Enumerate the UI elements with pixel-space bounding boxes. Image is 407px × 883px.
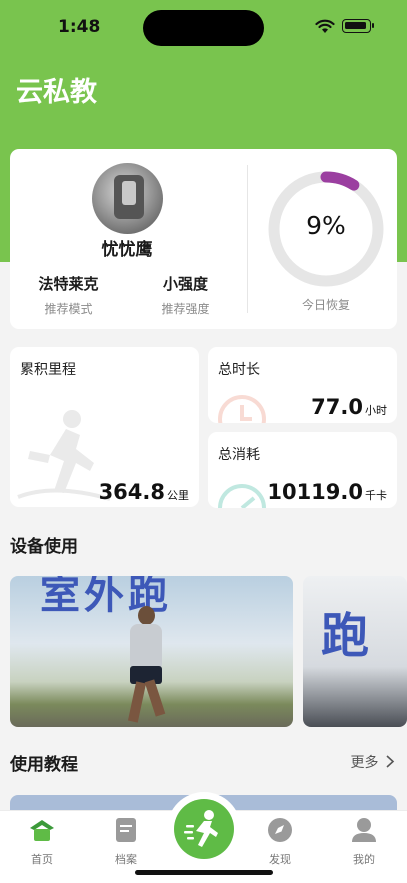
calorie-label: 总消耗 — [218, 447, 260, 463]
mileage-value: 364.8 公里 — [99, 480, 189, 504]
tab-archive-label: 档案 — [115, 853, 137, 866]
recovery-label: 今日恢复 — [301, 298, 350, 312]
user-icon — [352, 818, 376, 842]
mileage-unit: 公里 — [167, 489, 189, 502]
start-run-button[interactable] — [167, 792, 241, 866]
device-outdoor-run[interactable]: 室外跑 — [10, 576, 293, 727]
mileage-number: 364.8 — [98, 480, 165, 504]
calorie-unit: 千卡 — [365, 489, 387, 502]
tab-home-label: 首页 — [31, 853, 53, 866]
duration-number: 77.0 — [311, 395, 363, 419]
tutorials-title: 使用教程 — [10, 755, 78, 775]
intensity-value: 小强度 — [162, 275, 208, 293]
app-title: 云私教 — [16, 77, 97, 108]
recommended-intensity: 小强度 推荐强度 — [127, 273, 244, 317]
gauge-watermark-icon — [218, 484, 266, 508]
divider — [247, 165, 248, 313]
device-treadmill[interactable]: 跑 — [303, 576, 407, 727]
mileage-card[interactable]: 累积里程 364.8 公里 — [10, 347, 199, 507]
runner-icon — [184, 810, 218, 847]
home-icon — [30, 820, 54, 841]
avatar[interactable] — [92, 163, 163, 234]
tab-archive[interactable]: 档案 — [91, 817, 161, 867]
more-link[interactable]: 更多 — [351, 752, 395, 772]
tab-home[interactable]: 首页 — [7, 817, 77, 867]
calorie-card[interactable]: 总消耗 10119.0 千卡 — [208, 432, 397, 508]
device-treadmill-text: 跑 — [321, 608, 374, 664]
recommended-mode: 法特莱克 推荐模式 — [10, 273, 127, 317]
document-icon — [116, 818, 136, 842]
status-time: 1:48 — [58, 17, 101, 37]
duration-unit: 小时 — [365, 404, 387, 417]
tab-discover-label: 发现 — [269, 853, 291, 866]
devices-title: 设备使用 — [10, 537, 78, 557]
home-indicator — [135, 870, 273, 875]
status-bar: 1:48 — [0, 0, 407, 56]
tab-discover[interactable]: 发现 — [245, 817, 315, 867]
profile-card[interactable]: 忧忧鹰 法特莱克 推荐模式 小强度 推荐强度 9% 今日恢复 — [10, 149, 397, 329]
runner-photo — [120, 606, 172, 723]
tab-profile-label: 我的 — [353, 853, 375, 866]
duration-card[interactable]: 总时长 77.0 小时 — [208, 347, 397, 423]
compass-icon — [268, 818, 292, 842]
more-label: 更多 — [350, 755, 379, 771]
calorie-number: 10119.0 — [267, 480, 363, 504]
recovery-percent: 9% — [306, 211, 346, 240]
duration-label: 总时长 — [218, 362, 260, 378]
mode-label: 推荐模式 — [44, 302, 93, 316]
intensity-label: 推荐强度 — [161, 302, 210, 316]
clock-watermark-icon — [218, 395, 266, 423]
calorie-value: 10119.0 千卡 — [267, 480, 387, 504]
mileage-label: 累积里程 — [20, 362, 76, 378]
username: 忧忧鹰 — [101, 240, 153, 260]
mode-value: 法特莱克 — [38, 275, 99, 293]
dynamic-island — [143, 10, 264, 46]
wifi-icon — [315, 19, 335, 33]
duration-value: 77.0 小时 — [311, 395, 387, 419]
tab-profile[interactable]: 我的 — [329, 817, 399, 867]
chevron-right-icon — [386, 755, 395, 768]
start-run-button-inner — [174, 799, 234, 859]
battery-icon — [342, 19, 374, 33]
